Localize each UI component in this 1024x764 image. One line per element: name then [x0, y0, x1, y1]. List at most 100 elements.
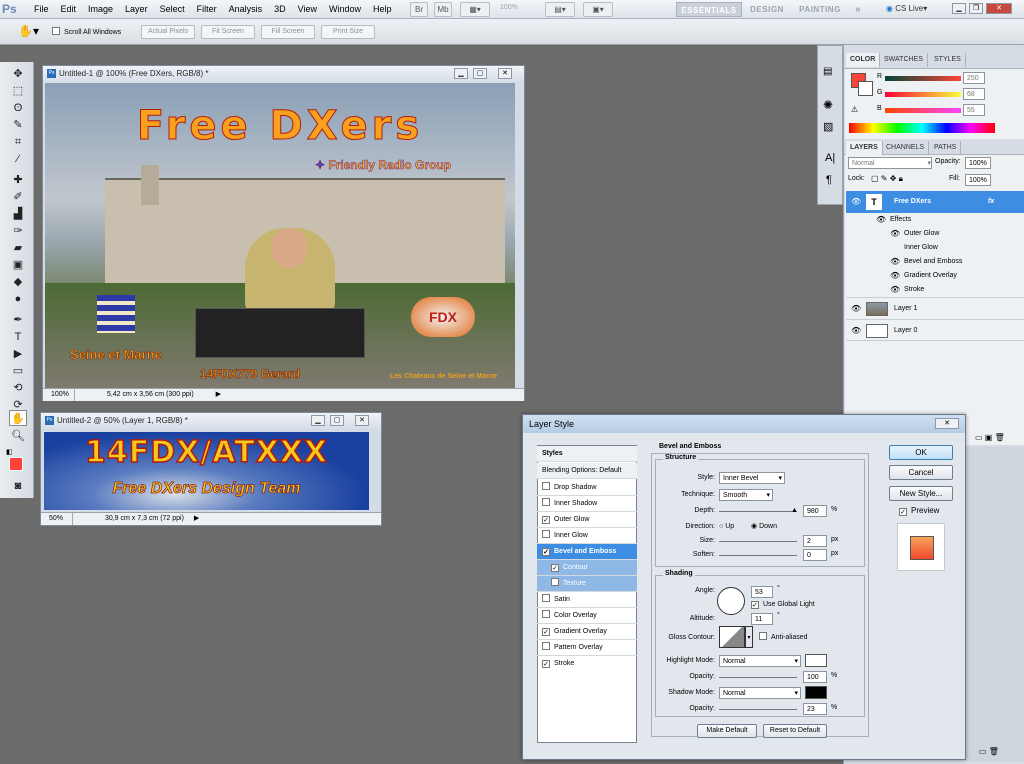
- more-workspaces[interactable]: »: [852, 2, 864, 17]
- shadow-opacity-slider[interactable]: [719, 709, 797, 710]
- inner-shadow-checkbox[interactable]: [542, 498, 550, 506]
- doc1-minimize[interactable]: ▁: [454, 68, 468, 79]
- stroke-checkbox[interactable]: ✓: [542, 660, 550, 668]
- lock-icons[interactable]: ▢ ✎ ✥ 🔒︎: [871, 174, 903, 184]
- effect-inner-shadow[interactable]: Inner Shadow: [537, 496, 637, 512]
- history-brush-icon[interactable]: ✑: [9, 223, 27, 239]
- fill-input[interactable]: 100%: [965, 174, 991, 186]
- blend-mode-select[interactable]: Normal ▾: [848, 157, 932, 169]
- styles-header[interactable]: Styles: [537, 446, 637, 462]
- dodge-tool-icon[interactable]: ●: [9, 291, 27, 307]
- layer-row-layer-1[interactable]: 👁︎ Layer 1: [846, 297, 1024, 319]
- quick-select-tool-icon[interactable]: ✎: [9, 117, 27, 133]
- tab-color[interactable]: COLOR: [846, 53, 881, 67]
- effects-visibility-icon[interactable]: 👁︎: [876, 213, 886, 227]
- style-select[interactable]: Inner Bevel ▾: [719, 472, 785, 484]
- app-minimize[interactable]: ▁: [952, 3, 966, 14]
- gradient-tool-icon[interactable]: ▣: [9, 257, 27, 273]
- cs-live-button[interactable]: ◉ CS Live▾: [886, 4, 927, 13]
- effect-stroke[interactable]: 👁︎ Stroke: [846, 283, 1024, 297]
- quick-mask-icon[interactable]: ◙: [9, 478, 27, 494]
- hand-tool-icon[interactable]: ✋▾: [18, 24, 39, 38]
- opacity-input[interactable]: 100%: [965, 157, 991, 169]
- type-tool-icon[interactable]: T: [9, 329, 27, 345]
- outer-glow-visibility-icon[interactable]: 👁︎: [890, 227, 900, 241]
- color-overlay-checkbox[interactable]: [542, 610, 550, 618]
- lasso-tool-icon[interactable]: ʘ: [9, 100, 27, 116]
- cancel-button[interactable]: Cancel: [889, 465, 953, 480]
- menu-view[interactable]: View: [292, 0, 323, 19]
- document-1-titlebar[interactable]: Untitled-1 @ 100% (Free DXers, RGB/8) *: [43, 66, 524, 82]
- menu-select[interactable]: Select: [154, 0, 191, 19]
- doc1-info[interactable]: 5,42 cm x 3,56 cm (300 ppi): [77, 391, 194, 398]
- menu-3d[interactable]: 3D: [268, 0, 292, 19]
- path-select-icon[interactable]: ▶: [9, 346, 27, 362]
- scroll-all-checkbox[interactable]: [52, 27, 60, 35]
- brush-panel-icon[interactable]: ✺: [823, 98, 833, 112]
- minibridge-panel-icon[interactable]: ▤: [823, 66, 832, 77]
- doc2-minimize[interactable]: ▁: [311, 415, 325, 426]
- color-bg-swatch[interactable]: [858, 81, 873, 96]
- new-style-button[interactable]: New Style...: [889, 486, 953, 501]
- doc2-info[interactable]: 30,9 cm x 7,3 cm (72 ppi): [75, 515, 184, 522]
- dialog-close[interactable]: ✕: [935, 418, 959, 429]
- doc2-maximize[interactable]: ▢: [330, 415, 344, 426]
- angle-dial[interactable]: [717, 587, 745, 615]
- doc1-zoom[interactable]: 100%: [43, 389, 75, 401]
- default-colors-icon[interactable]: ◧: [6, 448, 13, 456]
- effect-texture-item[interactable]: Texture: [537, 576, 637, 592]
- paragraph-panel-icon[interactable]: ¶: [826, 174, 832, 186]
- print-size-button[interactable]: Print Size: [321, 25, 375, 39]
- workspace-design[interactable]: DESIGN: [746, 2, 788, 17]
- gloss-contour-picker[interactable]: [719, 626, 745, 648]
- navigator-panel-icon[interactable]: ▧: [823, 120, 833, 133]
- tab-swatches[interactable]: SWATCHES: [880, 53, 928, 67]
- tab-styles[interactable]: STYLES: [930, 53, 966, 67]
- shape-tool-icon[interactable]: ▭: [9, 363, 27, 379]
- texture-checkbox[interactable]: [551, 578, 559, 586]
- document-2-canvas[interactable]: 14FDX/ATXXX Free DXers Design Team: [44, 432, 369, 510]
- outer-glow-checkbox[interactable]: ✓: [542, 516, 550, 524]
- menu-edit[interactable]: Edit: [55, 0, 83, 19]
- doc1-maximize[interactable]: ▢: [473, 68, 487, 79]
- scroll-all-windows[interactable]: Scroll All Windows: [52, 27, 121, 36]
- doc2-zoom[interactable]: 50%: [41, 513, 73, 525]
- doc1-close[interactable]: ✕: [498, 68, 512, 79]
- channel-b-value[interactable]: 55: [963, 104, 985, 116]
- actual-pixels-button[interactable]: Actual Pixels: [141, 25, 195, 39]
- layer1-visibility-icon[interactable]: 👁︎: [851, 298, 861, 320]
- foreground-color[interactable]: [9, 457, 23, 471]
- channel-r-value[interactable]: 250: [963, 72, 985, 84]
- effect-color-overlay[interactable]: Color Overlay: [537, 608, 637, 624]
- workspace-essentials[interactable]: ESSENTIALS: [676, 2, 742, 17]
- app-close[interactable]: ✕: [986, 3, 1012, 14]
- effect-inner-glow-item[interactable]: Inner Glow: [537, 528, 637, 544]
- pen-tool-icon[interactable]: ✒: [9, 312, 27, 328]
- gamut-warning-icon[interactable]: ⚠: [851, 105, 858, 114]
- preview-toggle[interactable]: ✓ Preview: [899, 505, 939, 517]
- effect-outer-glow-item[interactable]: ✓ Outer Glow: [537, 512, 637, 528]
- pattern-overlay-checkbox[interactable]: [542, 642, 550, 650]
- fit-screen-button[interactable]: Fit Screen: [201, 25, 255, 39]
- gradient-visibility-icon[interactable]: 👁︎: [890, 269, 900, 283]
- depth-slider-thumb[interactable]: ▲: [791, 507, 798, 514]
- brush-tool-icon[interactable]: ✐: [9, 189, 27, 205]
- inner-glow-checkbox[interactable]: [542, 530, 550, 538]
- global-light-checkbox[interactable]: ✓: [751, 601, 759, 609]
- minibridge-icon[interactable]: Mb: [434, 2, 452, 17]
- technique-select[interactable]: Smooth ▾: [719, 489, 773, 501]
- effect-drop-shadow[interactable]: Drop Shadow: [537, 480, 637, 496]
- depth-slider[interactable]: [719, 511, 797, 512]
- marquee-tool-icon[interactable]: ⬚: [9, 83, 27, 99]
- layer-row-layer-0[interactable]: 👁︎ Layer 0: [846, 319, 1024, 341]
- contour-checkbox[interactable]: ✓: [551, 564, 559, 572]
- zoom-level[interactable]: 100%: [500, 4, 518, 11]
- doc2-status-arrow-icon[interactable]: ▶: [186, 515, 199, 522]
- healing-tool-icon[interactable]: ✚: [9, 172, 27, 188]
- effect-contour-item[interactable]: ✓ Contour: [537, 560, 637, 576]
- soften-slider[interactable]: [719, 555, 797, 556]
- highlight-mode-select[interactable]: Normal ▾: [719, 655, 801, 667]
- menu-analysis[interactable]: Analysis: [223, 0, 269, 19]
- gradient-overlay-checkbox[interactable]: ✓: [542, 628, 550, 636]
- tab-layers[interactable]: LAYERS: [846, 141, 883, 155]
